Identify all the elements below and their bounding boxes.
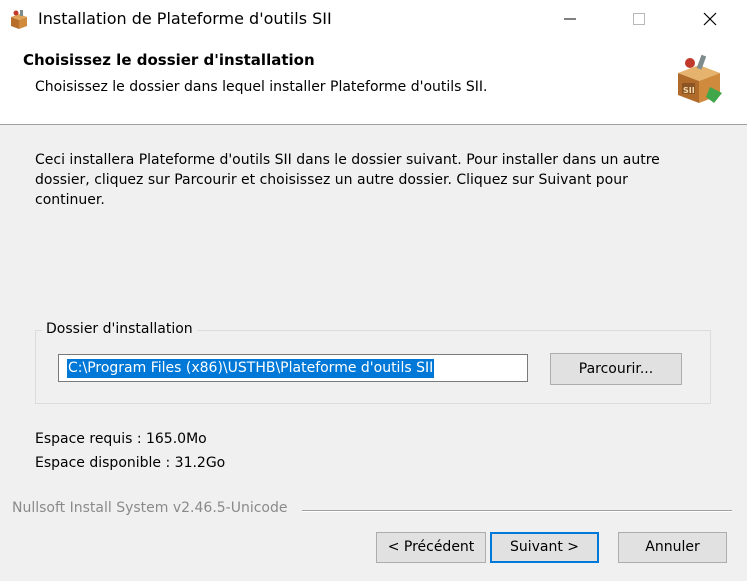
install-folder-legend: Dossier d'installation xyxy=(42,321,197,337)
installer-box-icon xyxy=(11,10,27,29)
title-bar[interactable]: Installation de Plateforme d'outils SII xyxy=(0,0,747,38)
install-path-input[interactable]: C:\Program Files (x86)\USTHB\Plateforme … xyxy=(58,354,528,382)
space-required: Espace requis : 165.0Mo xyxy=(35,431,207,447)
page-subtitle: Choisissez le dossier dans lequel instal… xyxy=(35,79,488,95)
svg-text:SII: SII xyxy=(683,86,695,95)
minimize-icon xyxy=(564,18,576,20)
minimize-button[interactable] xyxy=(548,0,594,38)
page-title: Choisissez le dossier d'installation xyxy=(23,51,315,69)
cancel-button[interactable]: Annuler xyxy=(618,532,727,563)
installer-box-icon: SII xyxy=(678,54,722,103)
space-available: Espace disponible : 31.2Go xyxy=(35,455,226,471)
maximize-icon xyxy=(633,13,645,25)
close-button[interactable] xyxy=(688,0,734,38)
maximize-button[interactable] xyxy=(617,0,663,38)
branding-divider xyxy=(302,510,732,512)
header-panel: Choisissez le dossier d'installation Cho… xyxy=(0,38,747,125)
install-path-value: C:\Program Files (x86)\USTHB\Plateforme … xyxy=(67,359,435,378)
window-title: Installation de Plateforme d'outils SII xyxy=(38,9,332,28)
installer-branding: Nullsoft Install System v2.46.5-Unicode xyxy=(12,500,288,516)
intro-text: Ceci installera Plateforme d'outils SII … xyxy=(35,152,660,208)
close-icon xyxy=(703,12,717,26)
browse-button[interactable]: Parcourir... xyxy=(550,353,682,385)
install-folder-group: Dossier d'installation C:\Program Files … xyxy=(35,321,711,404)
back-button[interactable]: < Précédent xyxy=(376,532,486,563)
next-button[interactable]: Suivant > xyxy=(490,532,599,563)
